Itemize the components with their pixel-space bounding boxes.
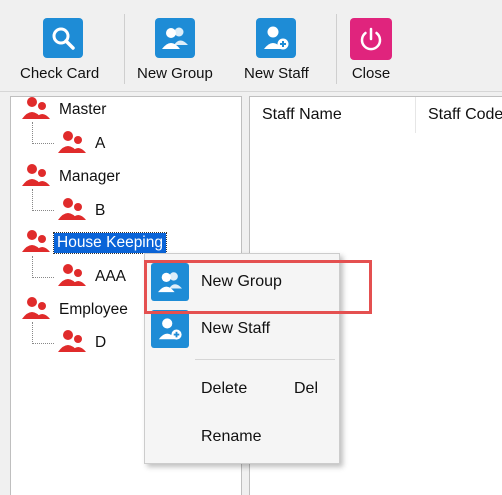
- check-card-button[interactable]: Check Card: [20, 18, 99, 82]
- tree-node-house-keeping[interactable]: House Keeping: [22, 229, 167, 258]
- tree-node-label: Master: [59, 101, 107, 118]
- person-icon: [58, 197, 86, 226]
- tree-node-master[interactable]: Master: [22, 96, 109, 125]
- tree-node-a[interactable]: A: [58, 130, 108, 159]
- tree-node-label: Manager: [59, 168, 121, 185]
- person-icon: [58, 263, 86, 292]
- menu-item-label: Delete: [201, 380, 248, 397]
- tree-node-label: House Keeping: [53, 232, 167, 254]
- close-label: Close: [351, 65, 391, 82]
- search-icon: [42, 18, 83, 58]
- highlight-box: [144, 260, 372, 314]
- person-icon: [22, 163, 50, 192]
- menu-separator: [195, 359, 335, 360]
- menu-item-shortcut: Del: [294, 380, 319, 397]
- tree-connector: [32, 322, 54, 344]
- menu-item-rename[interactable]: Rename: [145, 415, 339, 459]
- person-icon: [58, 329, 86, 358]
- tree-node-aaa[interactable]: AAA: [58, 263, 129, 292]
- toolbar-separator: [124, 14, 125, 84]
- tree-node-label: A: [95, 135, 106, 152]
- new-staff-label: New Staff: [244, 65, 309, 82]
- tree-node-employee[interactable]: Employee: [22, 296, 131, 325]
- person-icon: [22, 229, 50, 258]
- tree-connector: [32, 189, 54, 211]
- power-icon: [350, 18, 392, 60]
- menu-item-label: New Staff: [201, 320, 271, 337]
- add-staff-icon: [256, 18, 297, 58]
- person-icon: [58, 130, 86, 159]
- close-button[interactable]: Close: [350, 18, 392, 82]
- person-icon: [22, 296, 50, 325]
- tree-connector: [32, 256, 54, 278]
- menu-item-label: Rename: [201, 428, 262, 445]
- tree-node-b[interactable]: B: [58, 197, 108, 226]
- tree-node-label: Employee: [59, 301, 128, 318]
- person-icon: [22, 96, 50, 125]
- add-staff-icon: [151, 310, 189, 348]
- column-header-staff-name[interactable]: Staff Name: [250, 97, 416, 133]
- new-staff-button[interactable]: New Staff: [244, 18, 309, 82]
- menu-item-delete[interactable]: Delete Del: [145, 367, 339, 411]
- tree-connector: [32, 122, 54, 144]
- tree-node-label: D: [95, 334, 107, 351]
- tree-node-d[interactable]: D: [58, 329, 109, 358]
- check-card-label: Check Card: [20, 65, 100, 82]
- column-header-staff-code[interactable]: Staff Code: [416, 97, 502, 133]
- tree-node-label: AAA: [95, 268, 127, 285]
- new-group-button[interactable]: New Group: [137, 18, 213, 82]
- tree-node-label: B: [95, 202, 106, 219]
- group-icon: [154, 18, 195, 58]
- toolbar: Check Card New Group New Staff Close: [0, 0, 502, 92]
- new-group-label: New Group: [137, 65, 213, 82]
- tree-node-manager[interactable]: Manager: [22, 163, 123, 192]
- toolbar-separator: [336, 14, 337, 84]
